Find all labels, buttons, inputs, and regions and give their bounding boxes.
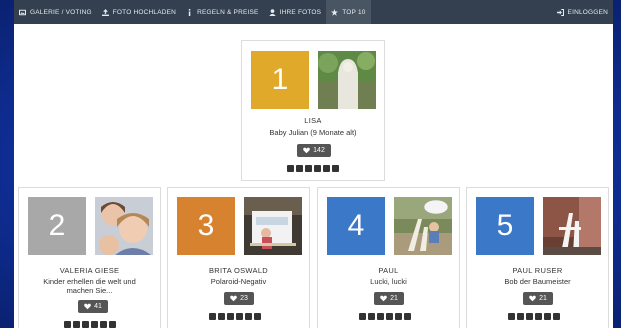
user-icon (268, 8, 276, 16)
vote-count: 23 (240, 295, 248, 302)
twitter-icon[interactable] (296, 165, 303, 172)
nav-top10-label: TOP 10 (342, 8, 366, 16)
facebook-icon[interactable] (64, 321, 71, 328)
tumblr-icon[interactable] (314, 165, 321, 172)
entry-name: BRITA OSWALD (208, 266, 269, 275)
entry-card-2[interactable]: 2 VALERIA GIESE Kinder erhellen die welt… (18, 187, 161, 328)
nav-top10[interactable]: TOP 10 (326, 0, 371, 24)
googleplus-icon[interactable] (377, 313, 384, 320)
entry-title: Kinder erhellen die welt und machen Sie.… (43, 277, 136, 295)
rank-badge: 2 (28, 197, 86, 255)
email-icon[interactable] (553, 313, 560, 320)
share-icons (209, 313, 261, 320)
top-nav: GALERIE / VOTING FOTO HOCHLADEN REGELN &… (14, 0, 613, 24)
googleplus-icon[interactable] (305, 165, 312, 172)
share-icons (508, 313, 560, 320)
pinterest-icon[interactable] (100, 321, 107, 328)
entry-title: Baby Julian (9 Monate alt) (269, 128, 357, 137)
entry-name: LISA (304, 116, 322, 125)
vote-button[interactable]: 142 (297, 144, 331, 157)
upload-icon (101, 8, 109, 16)
twitter-icon[interactable] (517, 313, 524, 320)
heart-icon (84, 303, 91, 310)
nav-rules-label: REGELN & PREISE (197, 8, 259, 16)
tumblr-icon[interactable] (386, 313, 393, 320)
vote-count: 41 (94, 303, 102, 310)
entry-photo[interactable] (543, 197, 601, 255)
entry-title: Polaroid-Negativ (210, 277, 267, 286)
entry-photo[interactable] (394, 197, 452, 255)
vote-button[interactable]: 21 (374, 292, 404, 305)
nav-gallery[interactable]: GALERIE / VOTING (14, 0, 97, 24)
pinterest-icon[interactable] (245, 313, 252, 320)
share-icons (287, 165, 339, 172)
vote-count: 21 (390, 295, 398, 302)
entry-photo[interactable] (244, 197, 302, 255)
entry-card-5[interactable]: 5 PAUL RUSER Bob der Baumeister 21 (466, 187, 609, 328)
nav-upload[interactable]: FOTO HOCHLADEN (97, 0, 181, 24)
rank-badge: 3 (177, 197, 235, 255)
login-icon (556, 8, 564, 16)
googleplus-icon[interactable] (526, 313, 533, 320)
facebook-icon[interactable] (359, 313, 366, 320)
entry-card-1[interactable]: 1 LISA Baby Julian (9 Monate alt) 142 (241, 40, 385, 181)
heart-icon (529, 295, 536, 302)
googleplus-icon[interactable] (227, 313, 234, 320)
entry-name: VALERIA GIESE (59, 266, 120, 275)
nav-gallery-label: GALERIE / VOTING (30, 8, 92, 16)
googleplus-icon[interactable] (82, 321, 89, 328)
share-icons (359, 313, 411, 320)
entry-photo[interactable] (318, 51, 376, 109)
nav-login-label: EINLOGGEN (567, 8, 608, 16)
twitter-icon[interactable] (73, 321, 80, 328)
rank-badge: 5 (476, 197, 534, 255)
pinterest-icon[interactable] (323, 165, 330, 172)
nav-your-photos-label: IHRE FOTOS (279, 8, 322, 16)
share-icons (64, 321, 116, 328)
entry-card-4[interactable]: 4 PAUL Lucki, lucki 21 (317, 187, 460, 328)
info-icon (188, 8, 191, 16)
email-icon[interactable] (254, 313, 261, 320)
twitter-icon[interactable] (218, 313, 225, 320)
nav-upload-label: FOTO HOCHLADEN (112, 8, 177, 16)
entry-title: Lucki, lucki (370, 277, 407, 286)
email-icon[interactable] (109, 321, 116, 328)
heart-icon (230, 295, 237, 302)
page: GALERIE / VOTING FOTO HOCHLADEN REGELN &… (14, 0, 613, 328)
nav-login[interactable]: EINLOGGEN (552, 0, 613, 24)
twitter-icon[interactable] (368, 313, 375, 320)
facebook-icon[interactable] (209, 313, 216, 320)
entry-name: PAUL (378, 266, 399, 275)
heart-icon (303, 147, 310, 154)
nav-rules[interactable]: REGELN & PREISE (181, 0, 264, 24)
vote-button[interactable]: 21 (523, 292, 553, 305)
entry-title: Bob der Baumeister (504, 277, 571, 286)
rank-badge: 4 (327, 197, 385, 255)
tumblr-icon[interactable] (91, 321, 98, 328)
heart-icon (380, 295, 387, 302)
entry-name: PAUL RUSER (512, 266, 563, 275)
vote-count: 21 (539, 295, 547, 302)
facebook-icon[interactable] (508, 313, 515, 320)
pinterest-icon[interactable] (395, 313, 402, 320)
entry-card-3[interactable]: 3 BRITA OSWALD Polaroid-Negativ 23 (167, 187, 310, 328)
vote-button[interactable]: 41 (78, 300, 108, 313)
facebook-icon[interactable] (287, 165, 294, 172)
entry-photo[interactable] (95, 197, 153, 255)
email-icon[interactable] (332, 165, 339, 172)
star-icon (331, 8, 339, 16)
vote-count: 142 (313, 147, 325, 154)
vote-button[interactable]: 23 (224, 292, 254, 305)
tumblr-icon[interactable] (535, 313, 542, 320)
rank-badge: 1 (251, 51, 309, 109)
tumblr-icon[interactable] (236, 313, 243, 320)
gallery-icon (19, 9, 26, 15)
nav-your-photos[interactable]: IHRE FOTOS (264, 0, 327, 24)
pinterest-icon[interactable] (544, 313, 551, 320)
email-icon[interactable] (404, 313, 411, 320)
